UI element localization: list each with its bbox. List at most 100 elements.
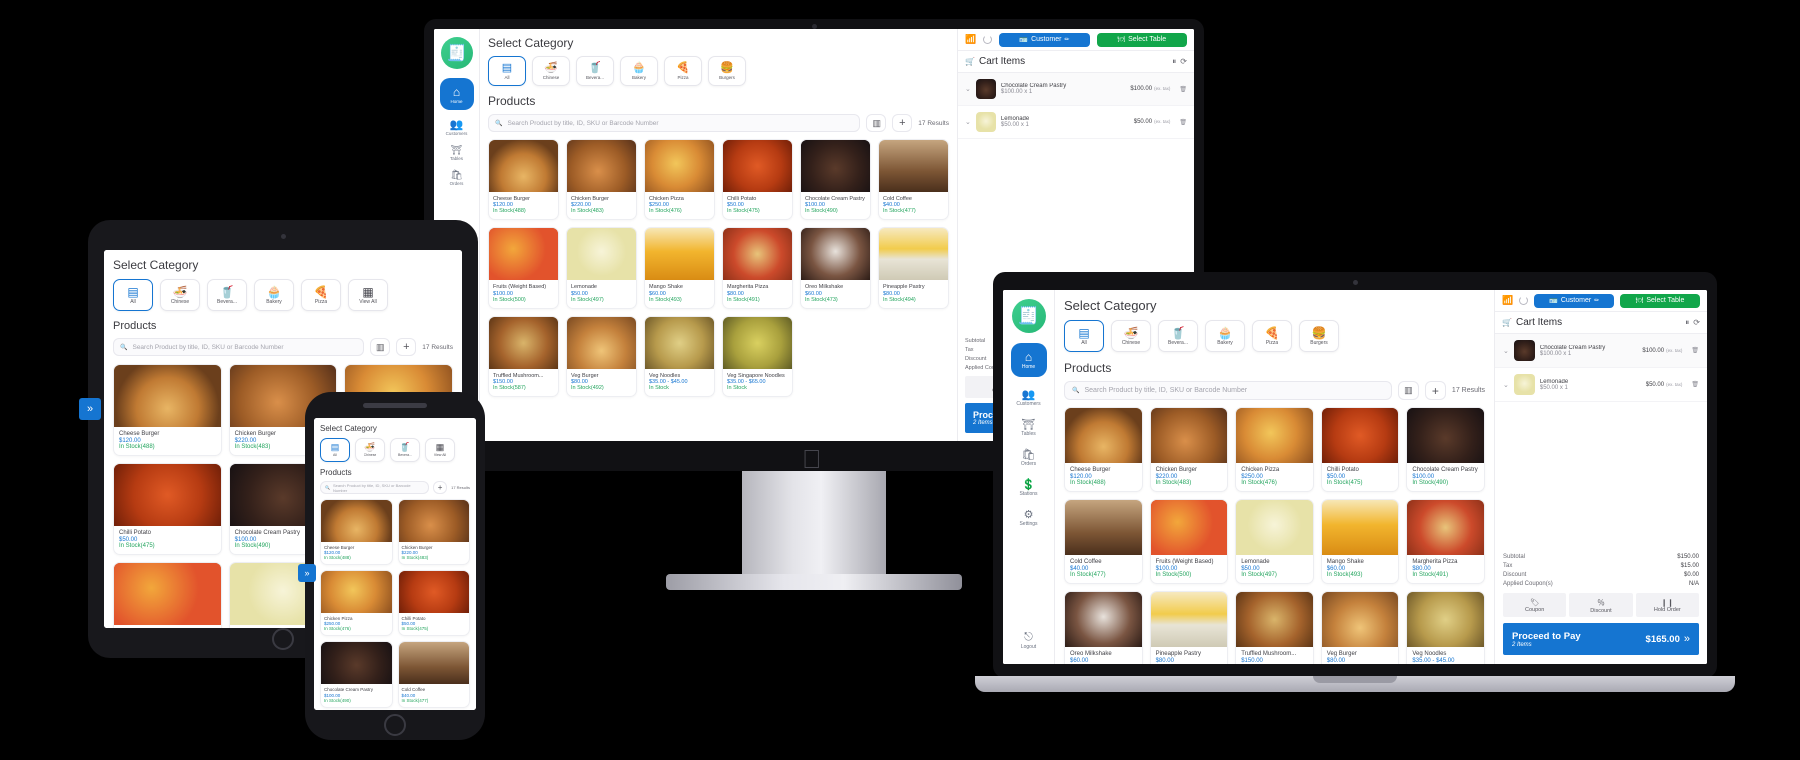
sidebar-item-tables[interactable]: ⛩ Tables (434, 145, 479, 161)
category-chip-all[interactable]: ▤ All (488, 56, 526, 86)
sidebar-item-stations[interactable]: 💲 Stations (1003, 478, 1054, 497)
category-chip-burgers[interactable]: 🍔 Burgers (708, 56, 746, 86)
category-chip-bakery[interactable]: 🧁 Bakery (620, 56, 658, 86)
product-card[interactable]: Chicken Burger $220.00 In Stock(483) (1149, 407, 1229, 492)
sync-icon[interactable] (1519, 296, 1529, 305)
product-card[interactable]: Pineapple Pastry$80.00In Stock(494) (1149, 590, 1229, 664)
pause-icon[interactable]: ⏸ (1172, 57, 1176, 67)
product-card[interactable]: Chocolate Cream Pastry $100.00 In Stock(49… (320, 641, 393, 708)
sidebar-item-logout[interactable]: ⎋ Logout (1003, 631, 1054, 650)
sidebar-item-home[interactable]: ⌂ Home (434, 78, 479, 110)
product-card[interactable]: Chicken Pizza$250.00In Stock(476) (1235, 407, 1314, 492)
product-card[interactable]: Oreo Milkshake$60.00In Stock(473) (800, 227, 871, 309)
product-card[interactable]: Lemonade$50.00In Stock(497) (566, 227, 637, 309)
product-card[interactable]: Chocolate Cream Pastry $100.00 In Stock(49… (800, 139, 871, 221)
cart-item-row[interactable]: ⌄ Chocolate Cream Pastry $100.00 x 1 $100.0… (958, 73, 1194, 106)
cart-item-row[interactable]: ⌄ Chocolate Cream Pastry $100.00 x 1 $100.0… (1495, 334, 1707, 368)
cart-action-discount[interactable]: ％Discount (1569, 593, 1633, 617)
category-chip-bevera[interactable]: 🥤 Bevera... (207, 279, 247, 311)
chevron-down-icon[interactable]: ⌄ (1503, 381, 1509, 389)
category-chip-all[interactable]: ▤ All (320, 438, 350, 462)
barcode-button[interactable]: ▥ (866, 114, 887, 132)
product-card[interactable]: Fruits (Weight Based)$100.00In Stock(500… (488, 227, 559, 309)
refresh-icon[interactable]: ⟳ (1180, 57, 1187, 66)
product-card[interactable]: Cold Coffee$40.00In Stock(477) (1064, 498, 1143, 584)
product-card[interactable]: Veg Noodles$35.00 - $45.00In Stock (1406, 590, 1485, 664)
category-chip-bevera[interactable]: 🥤 Bevera... (390, 438, 420, 462)
customer-button[interactable]: 🪪 Customer ✏ (999, 32, 1090, 47)
product-card[interactable]: Chicken Pizza$250.00In Stock(476) (644, 139, 715, 221)
iphone-home-button[interactable] (384, 714, 406, 736)
product-card[interactable]: Cheese Burger $120.00 In Stock(488) (320, 499, 393, 566)
search-input[interactable]: 🔍 Search Product by title, ID, SKU or Ba… (488, 114, 861, 132)
add-product-button[interactable]: + (1424, 381, 1446, 400)
category-chip-bakery[interactable]: 🧁 Bakery (1205, 320, 1245, 352)
product-card[interactable]: Chicken Burger $220.00 In Stock(483) (566, 139, 637, 221)
barcode-button[interactable]: ▥ (370, 338, 391, 356)
product-card[interactable]: Chilli Potato $50.00 In Stock(475) (113, 462, 222, 555)
category-chip-bakery[interactable]: 🧁 Bakery (254, 279, 294, 311)
sidebar-item-tables[interactable]: ⛩ Tables (1003, 418, 1054, 437)
category-chip-viewall[interactable]: ▦ View All (348, 279, 388, 311)
category-chip-all[interactable]: ▤ All (1064, 320, 1104, 352)
product-card[interactable]: Mango Shake$60.00In Stock(493) (1320, 498, 1400, 584)
product-card[interactable]: Lemonade$50.00In Stock(497) (1235, 498, 1314, 584)
customer-button[interactable]: 🪪 Customer ✏ (1534, 293, 1615, 308)
product-card[interactable]: Chicken Pizza$250.00In Stock(476) (320, 570, 393, 637)
product-card[interactable]: Pineapple Pastry$80.00In Stock(494) (878, 227, 949, 309)
product-card[interactable]: Cold Coffee$40.00In Stock(477) (878, 139, 949, 221)
trash-icon[interactable]: 🗑 (1179, 119, 1187, 126)
product-card[interactable]: Margherita Pizza $80.00 In Stock(491) (722, 227, 793, 309)
sidebar-item-orders[interactable]: 🛍 Orders (1003, 448, 1054, 467)
search-input[interactable]: 🔍 Search Product by title, ID, SKU or Ba… (1064, 381, 1392, 400)
select-table-button[interactable]: 🍽 Select Table (1620, 293, 1700, 308)
product-card[interactable]: Veg Singapore Noodles $35.00 - $65.00 In S… (722, 315, 793, 397)
sync-icon[interactable] (983, 35, 993, 44)
trash-icon[interactable]: 🗑 (1691, 347, 1699, 354)
search-input[interactable]: 🔍 Search Product by title, ID, SKU or Ba… (113, 338, 365, 356)
sidebar-item-home[interactable]: ⌂ Home (1003, 343, 1054, 377)
product-card[interactable]: Chilli Potato $50.00 In Stock(475) (1320, 407, 1400, 492)
product-card[interactable]: Fruits (Weight Based)$100.00In Stock(500… (113, 561, 222, 628)
category-chip-pizza[interactable]: 🍕 Pizza (1252, 320, 1292, 352)
product-card[interactable]: Chocolate Cream Pastry $100.00 In Stock(49… (1406, 407, 1485, 492)
category-chip-chinese[interactable]: 🍜 Chinese (355, 438, 385, 462)
sidebar-item-customers[interactable]: 👥 Customers (1003, 388, 1054, 407)
product-card[interactable]: Oreo Milkshake$60.00In Stock(473) (1064, 590, 1143, 664)
product-card[interactable]: Truffled Mushroom...$150.00In Stock(587) (488, 315, 559, 397)
cart-action-coupon[interactable]: 🏷Coupon (1503, 593, 1567, 617)
category-chip-pizza[interactable]: 🍕 Pizza (301, 279, 341, 311)
product-card[interactable]: Veg Burger$80.00In Stock(492) (566, 315, 637, 397)
cart-item-row[interactable]: ⌄ Lemonade $50.00 x 1 $50.00 (ex. tax) 🗑 (958, 106, 1194, 139)
chevron-down-icon[interactable]: ⌄ (965, 118, 971, 126)
category-chip-burgers[interactable]: 🍔 Burgers (1299, 320, 1339, 352)
category-chip-chinese[interactable]: 🍜 Chinese (1111, 320, 1151, 352)
category-chip-pizza[interactable]: 🍕 Pizza (664, 56, 702, 86)
product-card[interactable]: Veg Noodles$35.00 - $45.00In Stock (644, 315, 715, 397)
select-table-button[interactable]: 🍽 Select Table (1096, 32, 1187, 47)
chevron-down-icon[interactable]: ⌄ (965, 85, 971, 93)
cart-item-row[interactable]: ⌄ Lemonade $50.00 x 1 $50.00 (ex. tax) 🗑 (1495, 368, 1707, 402)
trash-icon[interactable]: 🗑 (1691, 381, 1699, 388)
refresh-icon[interactable]: ⟳ (1693, 318, 1700, 327)
category-chip-chinese[interactable]: 🍜 Chinese (160, 279, 200, 311)
product-card[interactable]: Cheese Burger $120.00 In Stock(488) (113, 364, 222, 456)
pause-icon[interactable]: ⏸ (1685, 318, 1689, 328)
category-chip-bevera[interactable]: 🥤 Bevera... (1158, 320, 1198, 352)
product-card[interactable]: Cold Coffee$40.00In Stock(477) (397, 641, 470, 708)
product-card[interactable]: Cheese Burger $120.00 In Stock(488) (1064, 407, 1143, 492)
product-card[interactable]: Chilli Potato $50.00 In Stock(475) (722, 139, 793, 221)
add-product-button[interactable]: + (433, 481, 448, 494)
category-chip-bevera[interactable]: 🥤 Bevera... (576, 56, 614, 86)
product-card[interactable]: Veg Burger$80.00In Stock(492) (1320, 590, 1400, 664)
product-card[interactable]: Chicken Burger $220.00 In Stock(483) (397, 499, 470, 566)
ipad-home-button[interactable] (272, 628, 294, 650)
product-card[interactable]: Truffled Mushroom...$150.00In Stock(587) (1235, 590, 1314, 664)
trash-icon[interactable]: 🗑 (1179, 86, 1187, 93)
product-card[interactable]: Margherita Pizza $80.00 In Stock(491) (1406, 498, 1485, 584)
product-card[interactable]: Fruits (Weight Based)$100.00In Stock(500… (1149, 498, 1229, 584)
product-card[interactable]: Cheese Burger $120.00 In Stock(488) (488, 139, 559, 221)
proceed-to-pay-button[interactable]: Proceed to Pay 2 Items $165.00 » (1503, 623, 1699, 655)
expand-cart-handle[interactable]: » (79, 398, 101, 420)
product-card[interactable]: Mango Shake$60.00In Stock(493) (644, 227, 715, 309)
